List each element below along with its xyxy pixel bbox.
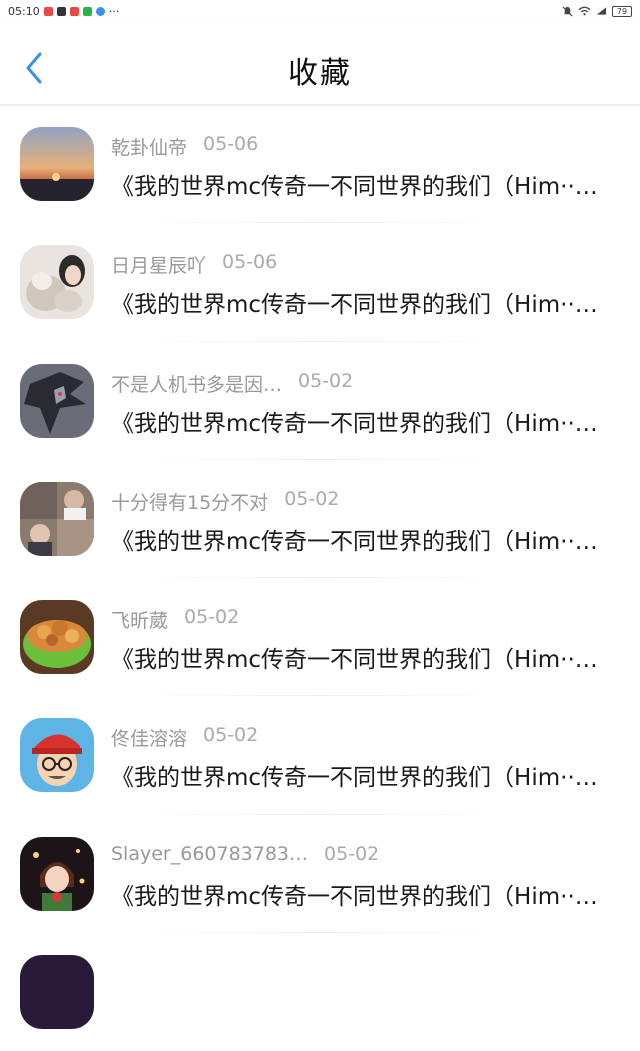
avatar[interactable] (20, 955, 94, 1030)
wifi-icon (578, 6, 591, 16)
post-title[interactable]: 《我的世界mc传奇一不同世界的我们（Him··… (111, 522, 623, 556)
anime-avatar-icon (20, 836, 94, 911)
dragon-avatar-icon (20, 363, 94, 438)
favorites-list: 乾卦仙帝 05-06 《我的世界mc传奇一不同世界的我们（Him··… 日月星辰吖… (0, 105, 640, 1051)
page-title: 收藏 (288, 56, 352, 91)
app-notification-icon (43, 6, 53, 16)
post-date: 05-02 (284, 487, 340, 510)
qq-notification-icon (56, 6, 66, 16)
avatar[interactable] (20, 363, 94, 438)
app-notification-icon (95, 6, 105, 16)
user-name[interactable]: 日月星辰吖 (111, 251, 206, 278)
post-title[interactable]: 《我的世界mc传奇一不同世界的我们（Him··… (111, 167, 623, 201)
avatar[interactable] (20, 718, 94, 793)
post-title[interactable]: 《我的世界mc传奇一不同世界的我们（Him··… (111, 404, 623, 438)
user-name[interactable]: 飞昕葳 (111, 606, 168, 633)
user-name[interactable]: 佟佳溶溶 (111, 724, 187, 751)
mute-icon (562, 6, 573, 16)
list-item[interactable]: 不是人机书多是因… 05-02 《我的世界mc传奇一不同世界的我们（Him··… (0, 342, 640, 460)
list-item[interactable]: 飞昕葳 05-02 《我的世界mc传奇一不同世界的我们（Him··… (0, 578, 640, 697)
battery-indicator: 79 (612, 5, 632, 17)
people-avatar-icon (20, 481, 94, 556)
post-date: 05-02 (203, 724, 259, 747)
post-title[interactable]: 《我的世界mc传奇一不同世界的我们（Him··… (111, 758, 623, 792)
avatar[interactable] (20, 245, 94, 320)
cats-avatar-icon (20, 245, 94, 320)
avatar[interactable] (20, 481, 94, 556)
signal-icon (596, 7, 607, 15)
avatar[interactable] (20, 127, 94, 201)
list-item[interactable] (0, 933, 640, 1051)
sunset-avatar-icon (20, 127, 94, 201)
post-title[interactable]: 《我的世界mc传奇一不同世界的我们（Him··… (111, 285, 623, 319)
post-date: 05-06 (203, 133, 259, 155)
list-item[interactable]: Slayer_660783783… 05-02 《我的世界mc传奇一不同世界的我们… (0, 815, 640, 934)
top-nav-bar: 收藏 (0, 22, 640, 105)
status-time: 05:10 (8, 4, 40, 18)
wechat-notification-icon (82, 6, 92, 16)
post-date: 05-02 (298, 369, 354, 392)
user-name[interactable]: 不是人机书多是因… (111, 370, 282, 397)
more-notifications: ··· (108, 4, 120, 18)
status-bar: 05:10 ··· 79 (0, 0, 640, 22)
app-notification-icon (69, 6, 79, 16)
user-name[interactable]: 乾卦仙帝 (111, 133, 187, 160)
list-item[interactable]: 乾卦仙帝 05-06 《我的世界mc传奇一不同世界的我们（Him··… (0, 105, 640, 224)
avatar[interactable] (20, 836, 94, 911)
list-item[interactable]: 十分得有15分不对 05-02 《我的世界mc传奇一不同世界的我们（Him··… (0, 460, 640, 579)
food-avatar-icon (20, 600, 94, 675)
post-date: 05-06 (222, 251, 278, 274)
user-name[interactable]: 十分得有15分不对 (111, 488, 268, 515)
post-date: 05-02 (184, 606, 240, 629)
list-item[interactable]: 日月星辰吖 05-06 《我的世界mc传奇一不同世界的我们（Him··… (0, 223, 640, 342)
user-name[interactable]: Slayer_660783783… (111, 843, 308, 865)
list-item[interactable]: 佟佳溶溶 05-02 《我的世界mc传奇一不同世界的我们（Him··… (0, 696, 640, 815)
cartoon-avatar-icon (20, 718, 94, 793)
avatar[interactable] (20, 600, 94, 675)
post-title[interactable]: 《我的世界mc传奇一不同世界的我们（Him··… (111, 640, 623, 674)
post-date: 05-02 (324, 842, 380, 865)
post-title[interactable]: 《我的世界mc传奇一不同世界的我们（Him··… (111, 877, 623, 911)
